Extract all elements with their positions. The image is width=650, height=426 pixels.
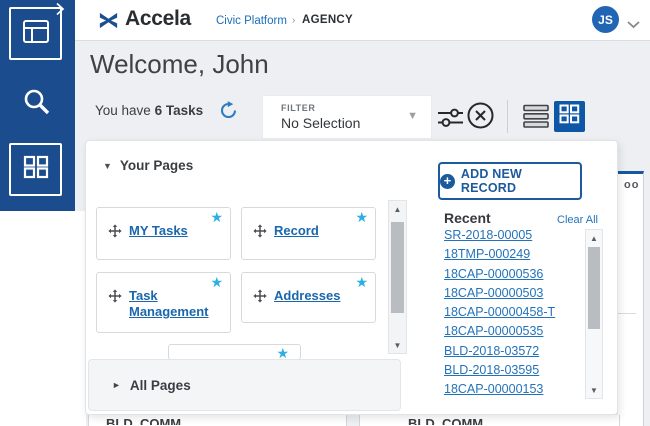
recent-records-list: SR-2018-00005 18TMP-000249 18CAP-0000053…	[444, 226, 579, 400]
favorite-star-icon: ★	[276, 345, 289, 360]
brand-name: Accela	[125, 7, 191, 31]
favorite-star-icon[interactable]: ★	[210, 209, 223, 226]
breadcrumb-agency: AGENCY	[302, 14, 353, 26]
left-navigation-sidebar	[0, 0, 75, 211]
toolbar-divider	[507, 100, 508, 133]
recent-record-link[interactable]: BLD-2018-03595	[444, 361, 579, 380]
recent-list-scrollbar[interactable]: ▲ ▼	[585, 229, 603, 399]
user-avatar[interactable]: JS	[592, 6, 619, 33]
sidebar-item-search[interactable]	[21, 86, 53, 123]
background-record-card-text: oo	[624, 179, 643, 191]
favorite-star-icon[interactable]: ★	[210, 274, 223, 291]
favorite-star-icon[interactable]: ★	[355, 274, 368, 291]
scrollbar-thumb[interactable]	[391, 222, 404, 313]
recent-record-link[interactable]: BLD-2018-03572	[444, 342, 579, 361]
sidebar-item-pages-menu[interactable]	[9, 143, 62, 196]
favorite-star-icon[interactable]: ★	[355, 209, 368, 226]
filter-selected-value: No Selection	[281, 115, 360, 131]
scroll-down-icon[interactable]: ▼	[586, 386, 602, 395]
your-pages-scrollbar[interactable]: ▲ ▼	[388, 200, 407, 354]
tasks-summary: You have 6 Tasks	[95, 103, 203, 118]
grid-menu-icon	[23, 155, 49, 184]
sidebar-item-dashboard[interactable]	[9, 7, 62, 60]
filter-label: FILTER	[281, 103, 315, 113]
background-record-card: oo	[618, 171, 644, 426]
tasks-summary-prefix: You have	[95, 103, 155, 118]
page-title: Welcome, John	[90, 49, 269, 80]
recent-record-link[interactable]: SR-2018-00005	[444, 226, 579, 245]
recent-record-link[interactable]: 18CAP-00000458-T	[444, 303, 579, 322]
recent-record-link[interactable]: 18CAP-00000503	[444, 284, 579, 303]
panel-layout-icon	[22, 19, 50, 49]
accela-logo-icon	[97, 9, 120, 37]
recent-record-link[interactable]: 18CAP-00000153	[444, 380, 579, 399]
all-pages-label: All Pages	[130, 378, 191, 393]
your-pages-section-header[interactable]: ▼ Your Pages	[103, 158, 193, 173]
move-handle-icon[interactable]	[253, 289, 267, 308]
scroll-up-icon[interactable]: ▲	[586, 234, 602, 243]
refresh-tasks-icon[interactable]	[218, 100, 239, 126]
left-gutter	[0, 211, 86, 426]
add-new-record-button[interactable]: + ADD NEW RECORD	[438, 162, 582, 200]
recent-record-link[interactable]: 18CAP-00000535	[444, 322, 579, 341]
background-card-bld-comm-left: BLD_COMM...	[88, 415, 347, 426]
plus-circle-icon: +	[440, 174, 455, 189]
partially-hidden-page-card: ★	[168, 344, 301, 360]
move-handle-icon[interactable]	[108, 289, 122, 308]
page-card: ★ Addresses	[241, 272, 376, 323]
clear-all-link[interactable]: Clear All	[557, 214, 598, 226]
search-icon	[21, 105, 53, 122]
page-card-link[interactable]: MY Tasks	[129, 223, 188, 239]
top-header-bar: Accela Civic Platform › AGENCY JS	[0, 0, 650, 41]
clear-filter-circle-x-icon[interactable]	[466, 101, 495, 135]
filter-dropdown[interactable]: FILTER No Selection ▼	[262, 95, 432, 139]
page-card: ★ Task Management	[96, 272, 231, 333]
breadcrumb-separator-icon: ›	[292, 15, 295, 26]
grid-view-toggle-active[interactable]	[554, 101, 585, 132]
pages-overlay-panel: ▼Your Pages ★ MY Ta	[85, 140, 618, 415]
all-pages-section-header[interactable]: ► All Pages	[88, 359, 401, 411]
page-card-link[interactable]: Record	[274, 223, 319, 239]
filter-settings-sliders-icon[interactable]	[437, 104, 464, 136]
add-new-record-label: ADD NEW RECORD	[461, 167, 580, 195]
background-card-bld-comm-right: BLD_COMM...	[359, 415, 620, 426]
collapse-caret-down-icon: ▼	[103, 161, 112, 171]
tasks-count: 6 Tasks	[155, 103, 204, 118]
page-card-link[interactable]: Task Management	[129, 288, 222, 321]
recent-record-link[interactable]: 18TMP-000249	[444, 245, 579, 264]
recent-record-link[interactable]: 18CAP-00000536	[444, 265, 579, 284]
page-card: ★ Record	[241, 207, 376, 260]
scrollbar-thumb[interactable]	[588, 247, 600, 329]
page-card-link[interactable]: Addresses	[274, 288, 340, 304]
list-view-icon	[523, 116, 549, 133]
list-view-toggle[interactable]	[523, 104, 549, 134]
move-handle-icon[interactable]	[108, 224, 122, 243]
breadcrumb-civic-platform[interactable]: Civic Platform	[216, 15, 287, 27]
recent-section-title: Recent	[444, 210, 491, 226]
scroll-up-icon[interactable]: ▲	[389, 205, 406, 214]
move-handle-icon[interactable]	[253, 224, 267, 243]
grid-view-icon	[559, 104, 580, 129]
divider	[618, 313, 636, 314]
user-menu-chevron-down-icon[interactable]	[627, 16, 640, 34]
page-card: ★ MY Tasks	[96, 207, 231, 260]
your-pages-label: Your Pages	[120, 158, 193, 173]
expand-caret-right-icon: ►	[112, 380, 121, 390]
filter-caret-down-icon: ▼	[407, 110, 418, 122]
scroll-down-icon[interactable]: ▼	[389, 341, 406, 350]
background-card-title: BLD_COMM...	[106, 416, 346, 425]
background-card-title: BLD_COMM...	[408, 416, 619, 425]
